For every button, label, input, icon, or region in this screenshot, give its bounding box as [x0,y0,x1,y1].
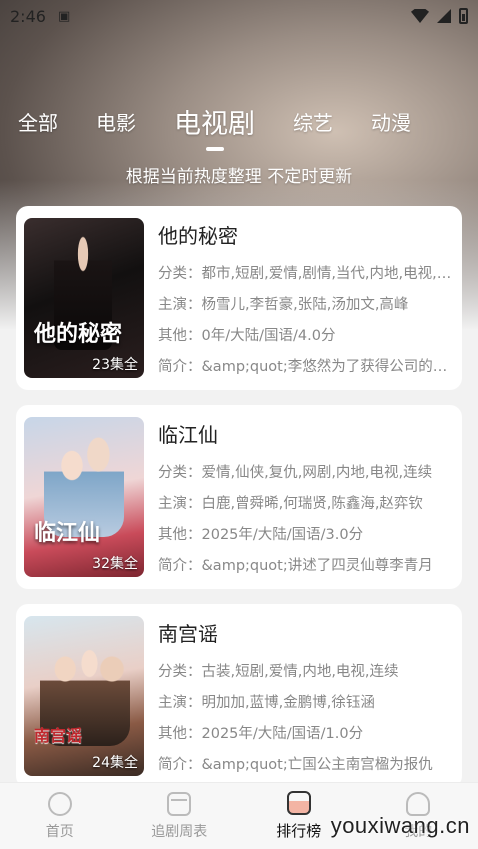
tab-all[interactable]: 全部 [18,107,58,136]
status-time: 2:46 [10,6,46,26]
ranking-subtitle: 根据当前热度整理 不定时更新 [125,167,353,187]
signal-icon [437,9,451,23]
ranking-icon [286,791,311,815]
list-item[interactable]: 南宫谣 24集全 南宫谣 分类：古装,短剧,爱情,内地,电视,连续 主演：明加加… [16,604,462,788]
item-other: 其他：2025年/大陆/国语/3.0分 [158,527,364,543]
item-intro: 简介：&amp;quot;讲述了四灵仙尊李青月 [158,558,433,574]
item-cast: 主演：杨雪儿,李哲豪,张陆,汤加文,高峰 [158,297,409,313]
status-bar: 2:46 ▣ [0,0,478,32]
item-info: 南宫谣 分类：古装,短剧,爱情,内地,电视,连续 主演：明加加,蓝博,金鹏博,徐… [158,616,454,776]
item-title: 他的秘密 [158,224,238,248]
list-item[interactable]: 他的秘密 23集全 他的秘密 分类：都市,短剧,爱情,剧情,当代,内地,电视,连… [16,206,462,390]
episode-count-badge: 24集全 [92,755,138,771]
nav-schedule[interactable]: 追剧周表 [124,791,234,841]
nav-home[interactable]: 首页 [5,791,115,841]
nav-schedule-label: 追剧周表 [151,823,208,840]
ranking-list: 他的秘密 23集全 他的秘密 分类：都市,短剧,爱情,剧情,当代,内地,电视,连… [16,206,462,803]
item-category: 分类：爱情,仙侠,复仇,网剧,内地,电视,连续 [158,465,433,481]
calendar-icon [167,791,192,816]
category-tabs: 全部 电影 电视剧 综艺 动漫 [0,96,478,151]
item-intro: 简介：&amp;quot;亡国公主南宫楹为报仇 [158,757,433,773]
episode-count-badge: 32集全 [92,556,138,572]
nav-home-label: 首页 [45,823,74,840]
tab-movies[interactable]: 电影 [96,107,136,136]
poster-image[interactable]: 他的秘密 23集全 [24,218,144,378]
item-category: 分类：古装,短剧,爱情,内地,电视,连续 [158,664,399,680]
tab-tv-series[interactable]: 电视剧 [174,102,255,151]
item-title: 临江仙 [158,423,218,447]
tab-variety[interactable]: 综艺 [293,107,333,136]
nav-ranking-label: 排行榜 [276,822,322,840]
item-cast: 主演：明加加,蓝博,金鹏博,徐钰涵 [158,695,375,711]
item-info: 临江仙 分类：爱情,仙侠,复仇,网剧,内地,电视,连续 主演：白鹿,曾舜晞,何瑞… [158,417,454,577]
poster-title: 临江仙 [34,520,101,546]
tab-anime[interactable]: 动漫 [371,107,411,136]
item-cast: 主演：白鹿,曾舜晞,何瑞贤,陈鑫海,赵弈钦 [158,496,423,512]
item-info: 他的秘密 分类：都市,短剧,爱情,剧情,当代,内地,电视,连续 主演：杨雪儿,李… [158,218,454,378]
poster-title: 南宫谣 [34,726,83,745]
site-watermark: youxiwang.cn [330,813,470,838]
item-category: 分类：都市,短剧,爱情,剧情,当代,内地,电视,连续 [158,266,454,282]
poster-image[interactable]: 临江仙 32集全 [24,417,144,577]
home-icon [47,791,72,816]
poster-image[interactable]: 南宫谣 24集全 [24,616,144,776]
item-other: 其他：2025年/大陆/国语/1.0分 [158,726,364,742]
list-item[interactable]: 临江仙 32集全 临江仙 分类：爱情,仙侠,复仇,网剧,内地,电视,连续 主演：… [16,405,462,589]
user-icon [406,791,431,816]
poster-title: 他的秘密 [34,321,123,347]
notification-icon: ▣ [57,8,71,24]
battery-icon [459,8,468,24]
item-intro: 简介：&amp;quot;李悠然为了获得公司的继承权 [158,359,454,375]
episode-count-badge: 23集全 [92,357,138,373]
item-title: 南宫谣 [158,622,218,646]
item-other: 其他：0年/大陆/国语/4.0分 [158,328,336,344]
wifi-icon [411,9,429,23]
